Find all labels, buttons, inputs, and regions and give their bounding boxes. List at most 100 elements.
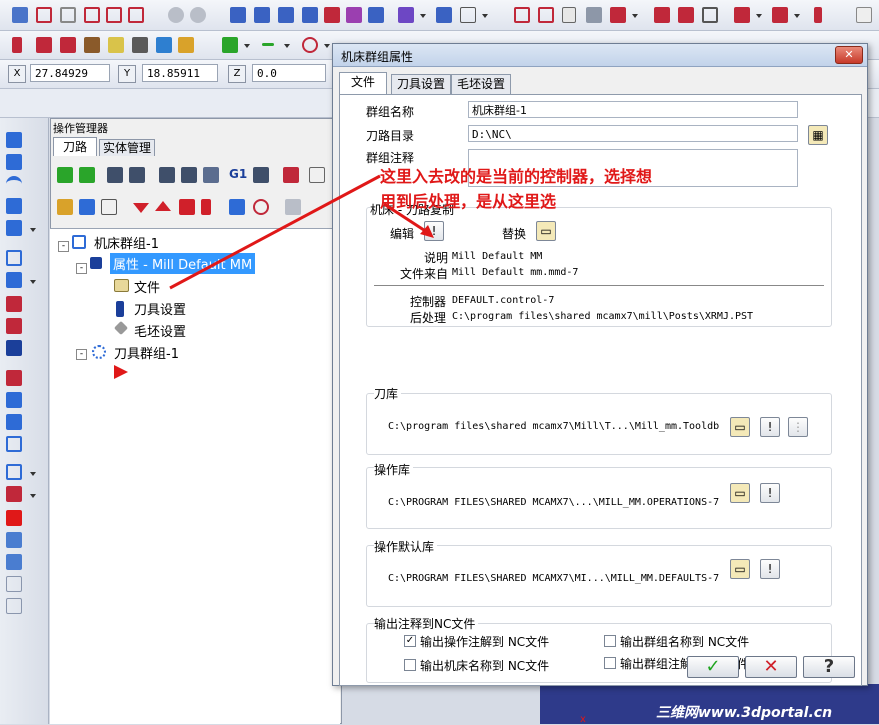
- stock-icon[interactable]: [772, 7, 788, 23]
- group-name-field[interactable]: 机床群组-1: [468, 101, 798, 118]
- line-tool-icon[interactable]: [6, 154, 22, 170]
- cube-tool-icon[interactable]: [6, 220, 22, 236]
- arc-icon[interactable]: [6, 176, 22, 196]
- group-comment-checkbox[interactable]: [604, 657, 616, 669]
- bottle-icon[interactable]: [814, 7, 822, 23]
- tab-toolpaths[interactable]: 刀路: [53, 137, 97, 156]
- solid-tool-icon[interactable]: [6, 340, 22, 356]
- grid-icon[interactable]: [36, 7, 52, 23]
- trim-icon[interactable]: [6, 296, 22, 312]
- quad-view-icon[interactable]: [128, 7, 144, 23]
- grid-tool-icon[interactable]: [6, 464, 22, 480]
- mirror-icon[interactable]: [6, 392, 22, 408]
- group-name-checkbox[interactable]: [604, 635, 616, 647]
- tools-icon[interactable]: [654, 7, 670, 23]
- arrow-box-icon[interactable]: [460, 7, 476, 23]
- mesh-icon[interactable]: [702, 7, 718, 23]
- insert-arrow-icon[interactable]: [179, 199, 195, 215]
- tree-toolpath-group[interactable]: 刀具群组-1: [114, 343, 179, 362]
- cube-icon[interactable]: [368, 7, 384, 23]
- op-comment-checkbox[interactable]: ✓: [404, 635, 416, 647]
- save-icon[interactable]: [12, 7, 28, 23]
- point-icon[interactable]: [6, 132, 22, 148]
- tree-properties[interactable]: 属性 - Mill Default MM: [110, 253, 256, 274]
- surface2-icon[interactable]: [6, 554, 22, 570]
- rotate-icon[interactable]: [6, 414, 22, 430]
- post-g1-icon[interactable]: G1: [229, 167, 247, 181]
- select-icon[interactable]: [12, 37, 22, 53]
- delete-all-icon[interactable]: [283, 167, 299, 183]
- lock-icon[interactable]: [57, 199, 73, 215]
- plane-icon[interactable]: [398, 7, 414, 23]
- backplot-icon[interactable]: [60, 37, 76, 53]
- view-right-icon[interactable]: [324, 7, 340, 23]
- plus-icon[interactable]: [222, 37, 238, 53]
- undo-icon[interactable]: [168, 7, 184, 23]
- cancel-button[interactable]: ✕: [745, 656, 797, 678]
- tool-lib-extra-button[interactable]: ⋮: [788, 417, 808, 437]
- verify-icon[interactable]: [36, 37, 52, 53]
- select-all-icon[interactable]: [57, 167, 73, 183]
- layer-icon[interactable]: [178, 37, 194, 53]
- machine-name-checkbox[interactable]: [404, 659, 416, 671]
- tab-stock-settings[interactable]: 毛坯设置: [451, 74, 511, 94]
- tools2-icon[interactable]: [678, 7, 694, 23]
- select-dirty-icon[interactable]: [79, 167, 95, 183]
- view-dyn-icon[interactable]: [346, 7, 362, 23]
- highfeed-icon[interactable]: [253, 167, 269, 183]
- more-icon[interactable]: [856, 7, 872, 23]
- updown-icon[interactable]: [201, 199, 211, 215]
- color-icon[interactable]: [156, 37, 172, 53]
- toggle-post-icon[interactable]: [101, 199, 117, 215]
- edit-button[interactable]: !: [424, 221, 444, 241]
- tool-lib-open-button[interactable]: ▭: [730, 417, 750, 437]
- toolpath-dir-field[interactable]: D:\NC\: [468, 125, 798, 142]
- circle-icon[interactable]: [302, 37, 318, 53]
- regen-all-icon[interactable]: [107, 167, 123, 183]
- red-box-icon[interactable]: [6, 510, 22, 526]
- move-down-icon[interactable]: [133, 203, 149, 213]
- down-arrow-icon[interactable]: [6, 198, 22, 214]
- help-button[interactable]: ?: [803, 656, 855, 678]
- surface-icon[interactable]: [6, 532, 22, 548]
- toggle-display-icon[interactable]: [79, 199, 95, 215]
- tag-icon[interactable]: [586, 7, 602, 23]
- backplot-op-icon[interactable]: [159, 167, 175, 183]
- tree-machine-group[interactable]: 机床群组-1: [94, 233, 159, 252]
- op-lib-edit-button[interactable]: !: [760, 483, 780, 503]
- replace-button[interactable]: ▭: [536, 221, 556, 241]
- split-v-icon[interactable]: [106, 7, 122, 23]
- shade-icon[interactable]: [6, 576, 22, 592]
- tool-lib-edit-button[interactable]: !: [760, 417, 780, 437]
- x-coordinate-field[interactable]: 27.84929: [30, 64, 110, 82]
- tab-solids[interactable]: 实体管理: [99, 139, 155, 156]
- xform-icon[interactable]: [6, 370, 22, 386]
- help-icon[interactable]: [309, 167, 325, 183]
- table-list-icon[interactable]: [538, 7, 554, 23]
- view-top-icon[interactable]: [230, 7, 246, 23]
- view-iso-icon[interactable]: [302, 7, 318, 23]
- doc-icon[interactable]: [562, 7, 576, 23]
- ok-button[interactable]: ✓: [687, 656, 739, 678]
- op-default-edit-button[interactable]: !: [760, 559, 780, 579]
- verify-op-icon[interactable]: [181, 167, 197, 183]
- square-icon[interactable]: [6, 250, 22, 266]
- disabled-icon[interactable]: [285, 199, 301, 215]
- tree-stock-settings[interactable]: 毛坯设置: [134, 321, 186, 340]
- offset-icon[interactable]: [6, 318, 22, 334]
- split-h-icon[interactable]: [84, 7, 100, 23]
- post-icon[interactable]: [84, 37, 100, 53]
- blank-icon[interactable]: [60, 7, 76, 23]
- table-red-icon[interactable]: [514, 7, 530, 23]
- y-coordinate-field[interactable]: 18.85911: [142, 64, 218, 82]
- grid2-icon[interactable]: [132, 37, 148, 53]
- tab-tool-settings[interactable]: 刀具设置: [391, 74, 451, 94]
- browse-dir-button[interactable]: ▦: [808, 125, 828, 145]
- z-coordinate-field[interactable]: 0.0: [252, 64, 326, 82]
- solid-icon[interactable]: [734, 7, 750, 23]
- tab-files[interactable]: 文件: [339, 72, 387, 95]
- dots-icon[interactable]: [436, 7, 452, 23]
- only-display-icon[interactable]: [229, 199, 245, 215]
- dialog-titlebar[interactable]: 机床群组属性 ✕: [333, 44, 867, 67]
- regen-dirty-icon[interactable]: [129, 167, 145, 183]
